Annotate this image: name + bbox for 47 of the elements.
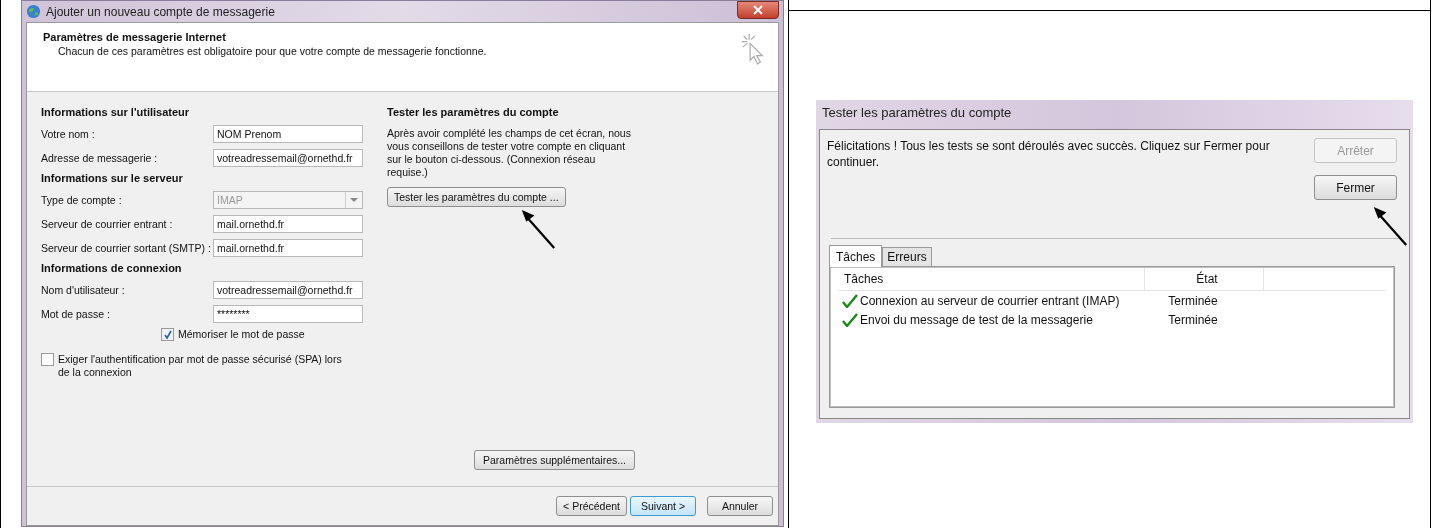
arrow-annotation: [520, 208, 556, 250]
dropdown-arrow-icon: [350, 198, 358, 202]
input-field[interactable]: mail.ornethd.fr: [213, 215, 363, 233]
test-settings-button[interactable]: Tester les paramètres du compte ...: [387, 187, 566, 207]
close-button[interactable]: [737, 1, 779, 19]
input-field[interactable]: mail.ornethd.fr: [213, 239, 363, 257]
field-label: Serveur de courrier sortant (SMTP) :: [41, 242, 212, 254]
globe-icon: [26, 4, 41, 19]
checkbox-label: Mémoriser le mot de passe: [178, 328, 305, 340]
wizard-button[interactable]: < Précédent: [556, 496, 627, 516]
task-name: Connexion au serveur de courrier entrant (IMAP): [860, 293, 1120, 308]
section-heading: Informations sur l'utilisateur: [41, 106, 191, 118]
checkbox-label: Exiger l'authentification par mot de passe sécurisé (SPA) lors de la connexion: [58, 353, 343, 379]
checkbox[interactable]: [161, 328, 174, 341]
dialog-button[interactable]: Fermer: [1314, 175, 1397, 200]
close-icon: [753, 5, 763, 15]
task-status: Terminée: [1167, 293, 1219, 308]
password-field[interactable]: ********: [213, 305, 363, 323]
column-header: État: [1144, 268, 1264, 290]
column-header: Tâches: [843, 271, 885, 288]
window-title: Tester les paramètres du compte: [821, 104, 1013, 122]
arrow-annotation: [1372, 205, 1408, 247]
section-heading: Informations de connexion: [41, 262, 183, 274]
tab[interactable]: Erreurs: [882, 247, 932, 266]
page-subtitle: Chacun de ces paramètres est obligatoire pour que votre compte de messagerie fonctionne.: [58, 45, 487, 57]
help-text: Après avoir complété les champs de cet écran, nous vous conseillons de tester votre compte en cliquant sur le bouton ci-dessous. (Connexion réseau requise.): [387, 127, 632, 179]
task-name: Envoi du message de test de la messagerie: [860, 312, 1093, 327]
field-label: Serveur de courrier entrant :: [41, 218, 174, 230]
field-label: Type de compte :: [41, 194, 123, 206]
field-label: Mot de passe :: [41, 308, 111, 320]
field-label: Nom d'utilisateur :: [41, 284, 126, 296]
input-field[interactable]: votreadressemail@ornethd.fr: [213, 149, 363, 167]
section-heading: Informations sur le serveur: [41, 172, 184, 184]
input-field[interactable]: votreadressemail@ornethd.fr: [213, 281, 363, 299]
tab[interactable]: Tâches: [829, 245, 883, 267]
task-status: Terminée: [1167, 312, 1219, 327]
wizard-button[interactable]: Suivant >: [630, 496, 696, 516]
checkbox[interactable]: [41, 353, 54, 366]
wizard-button[interactable]: Annuler: [707, 496, 773, 516]
section-heading: Tester les paramètres du compte: [387, 106, 560, 118]
input-field[interactable]: NOM Prenom: [213, 125, 363, 143]
more-settings-button[interactable]: Paramètres supplémentaires...: [474, 450, 635, 470]
page-title: Paramètres de messagerie Internet: [43, 31, 227, 43]
field-label: Adresse de messagerie :: [41, 152, 159, 164]
field-label: Votre nom :: [41, 128, 96, 140]
success-message: Félicitations ! Tous les tests se sont déroulés avec succès. Cliquez sur Fermer pour continuer.: [827, 138, 1271, 171]
window-title: Ajouter un nouveau compte de messagerie: [46, 4, 276, 19]
